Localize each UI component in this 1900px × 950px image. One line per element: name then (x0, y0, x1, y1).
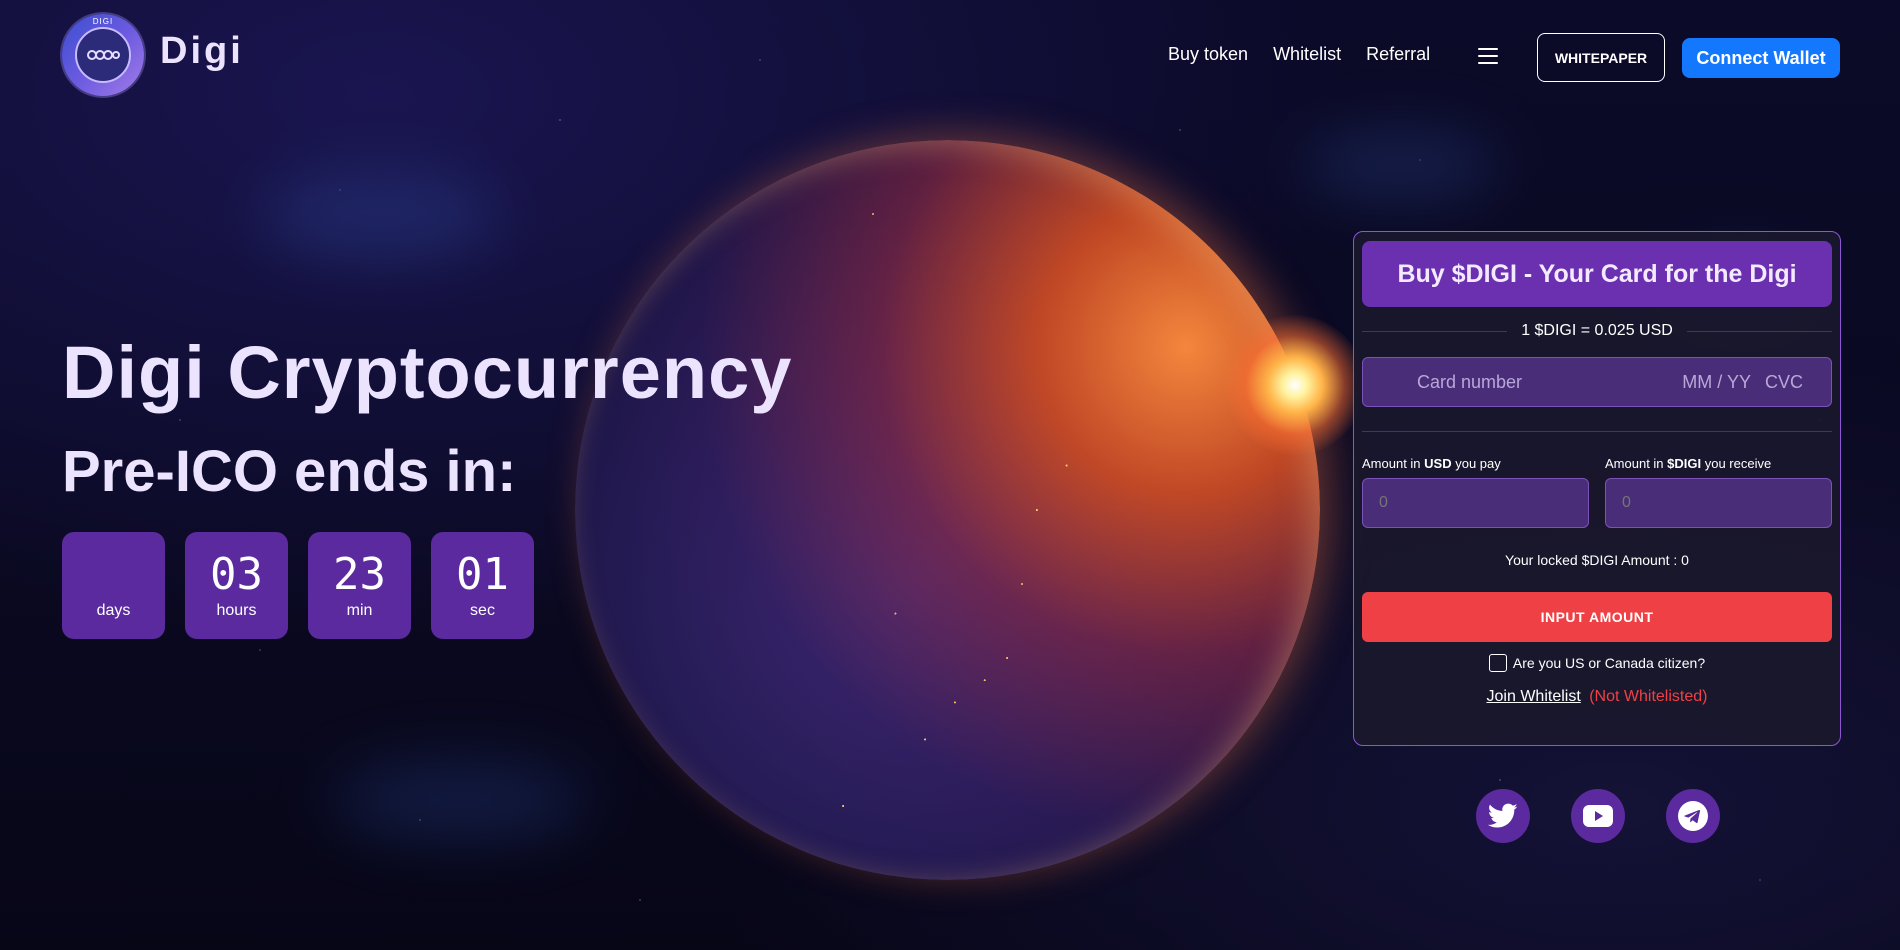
hero-title: Digi Cryptocurrency (62, 331, 793, 414)
sun-flare (1225, 315, 1365, 455)
city-lights (575, 140, 1320, 880)
panel-title: Buy $DIGI - Your Card for the Digi (1362, 241, 1832, 307)
card-number-placeholder: Card number (1417, 371, 1523, 392)
exchange-rate-row: 1 $DIGI = 0.025 USD (1362, 321, 1833, 341)
countdown-timer: days 03 hours 23 min 01 sec (62, 532, 534, 639)
hero-subtitle: Pre-ICO ends in: (62, 439, 517, 504)
youtube-icon[interactable] (1571, 789, 1625, 843)
join-whitelist-link[interactable]: Join Whitelist (1487, 688, 1581, 705)
citizen-checkbox-row: Are you US or Canada citizen? (1362, 654, 1832, 672)
amount-receive-label: Amount in $DIGI you receive (1605, 456, 1772, 471)
digi-logo[interactable]: DIGI (62, 14, 144, 96)
countdown-label: days (96, 602, 131, 619)
buy-token-panel: Buy $DIGI - Your Card for the Digi 1 $DI… (1353, 231, 1841, 746)
nebula (260, 170, 500, 260)
nebula (1300, 130, 1500, 200)
whitepaper-button[interactable]: WHITEPAPER (1537, 33, 1665, 82)
amount-pay-group: Amount in USD you pay (1362, 456, 1589, 528)
social-links (1476, 789, 1720, 843)
logo-ring-text: DIGI (92, 17, 114, 26)
card-input[interactable]: Card number MM / YY CVC (1362, 357, 1832, 407)
amount-usd-input[interactable] (1362, 478, 1589, 528)
card-cvc-placeholder: CVC (1764, 371, 1803, 392)
countdown-label: sec (470, 602, 495, 619)
whitelist-row: Join Whitelist (Not Whitelisted) (1362, 688, 1832, 706)
countdown-label: min (346, 602, 373, 619)
amount-fields: Amount in USD you pay Amount in $DIGI yo… (1362, 456, 1832, 528)
planet-earth-image (575, 140, 1320, 880)
countdown-days: days (62, 532, 165, 639)
twitter-icon[interactable] (1476, 789, 1530, 843)
logo-emblem (75, 27, 131, 83)
locked-amount: Your locked $DIGI Amount : 0 (1505, 552, 1689, 568)
countdown-seconds: 01 sec (431, 532, 534, 639)
countdown-label: hours (216, 602, 257, 619)
whitelist-status: (Not Whitelisted) (1589, 688, 1708, 705)
countdown-value: 03 (210, 549, 263, 600)
nav-referral[interactable]: Referral (1366, 44, 1430, 65)
exchange-rate: 1 $DIGI = 0.025 USD (1521, 322, 1673, 339)
site-header: DIGI Digi Buy token Whitelist Referral W… (0, 0, 1900, 110)
nav-buy-token[interactable]: Buy token (1168, 44, 1248, 65)
input-amount-button[interactable]: INPUT AMOUNT (1362, 592, 1832, 642)
main-nav: Buy token Whitelist Referral (1168, 44, 1430, 65)
amount-pay-label: Amount in USD you pay (1362, 456, 1501, 471)
amount-receive-group: Amount in $DIGI you receive (1605, 456, 1832, 528)
card-expiry-placeholder: MM / YY (1682, 371, 1751, 392)
citizen-label: Are you US or Canada citizen? (1512, 655, 1706, 671)
chain-link-icon (87, 50, 120, 60)
divider (1362, 431, 1832, 432)
citizen-checkbox[interactable] (1488, 654, 1507, 672)
divider (1686, 330, 1833, 332)
telegram-icon[interactable] (1666, 789, 1720, 843)
nav-whitelist[interactable]: Whitelist (1273, 44, 1341, 65)
countdown-value: 01 (456, 549, 509, 600)
brand-name[interactable]: Digi (160, 30, 244, 73)
amount-digi-input[interactable] (1605, 478, 1832, 528)
divider (1362, 330, 1508, 332)
connect-wallet-button[interactable]: Connect Wallet (1682, 38, 1840, 78)
countdown-value: 23 (333, 549, 386, 600)
nebula (330, 760, 590, 840)
countdown-minutes: 23 min (308, 532, 411, 639)
hamburger-menu-icon[interactable] (1478, 48, 1498, 64)
countdown-hours: 03 hours (185, 532, 288, 639)
